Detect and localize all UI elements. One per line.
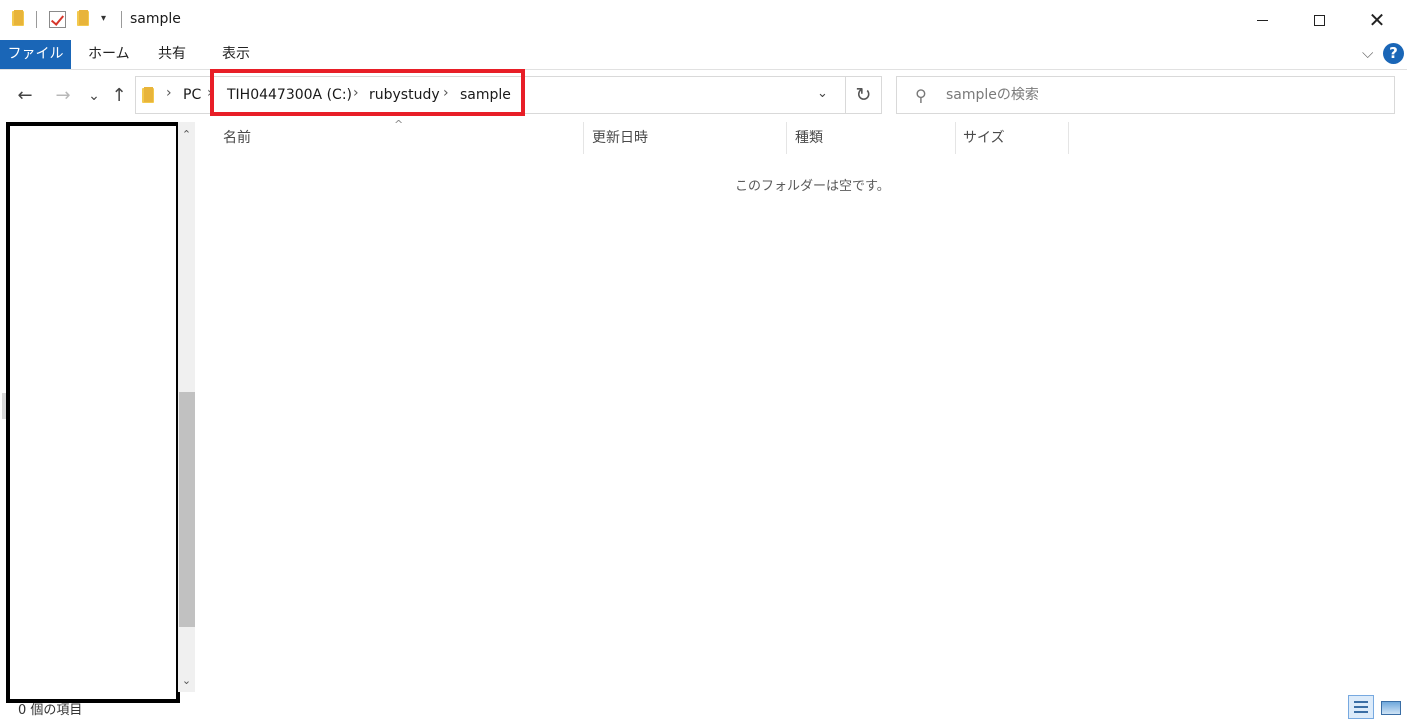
scroll-up-icon[interactable]: ⌃ [178,126,195,143]
maximize-button[interactable] [1290,0,1348,40]
divider [36,11,37,28]
column-header-type[interactable]: 種類 [795,122,823,154]
expand-ribbon-icon[interactable]: ⌵ [1362,44,1373,62]
tab-share[interactable]: 共有 [158,40,186,69]
column-divider[interactable] [955,122,956,154]
properties-icon[interactable] [49,11,66,28]
divider [121,11,122,28]
chevron-down-icon[interactable]: ⌄ [817,86,828,101]
close-icon: ✕ [1368,8,1386,32]
status-item-count: 0 個の項目 [18,703,83,718]
column-header-modified[interactable]: 更新日時 [592,122,648,154]
breadcrumb-pc[interactable]: PC [183,87,201,103]
search-box[interactable]: ⚲ [896,76,1395,114]
resize-grip[interactable] [2,393,6,419]
close-button[interactable]: ✕ [1348,0,1406,40]
customize-quick-access-icon[interactable]: ▾ [101,13,106,24]
search-input[interactable] [946,85,1376,105]
folder-icon [12,10,25,26]
search-icon: ⚲ [915,86,927,105]
tab-file[interactable]: ファイル [0,40,71,69]
tab-home[interactable]: ホーム [88,40,130,69]
forward-button[interactable]: → [52,84,74,108]
scroll-down-icon[interactable]: ⌄ [178,672,195,689]
nav-pane-scrollbar[interactable]: ⌃ ⌄ [178,122,195,692]
details-view-button[interactable] [1348,695,1374,719]
tab-view[interactable]: 表示 [222,40,250,69]
up-button[interactable]: ↑ [108,84,130,108]
column-divider[interactable] [583,122,584,154]
sort-ascending-icon: ^ [394,118,404,131]
new-folder-icon[interactable] [77,10,90,26]
help-icon[interactable]: ? [1383,43,1404,64]
folder-icon [142,87,155,107]
column-divider[interactable] [1068,122,1069,154]
refresh-button[interactable]: ↻ [846,76,882,114]
minimize-icon [1256,19,1268,21]
navigation-pane[interactable] [6,122,180,703]
empty-folder-message: このフォルダーは空です。 [735,179,890,194]
recent-locations-button[interactable]: ⌄ [83,84,105,108]
back-button[interactable]: ← [14,84,36,108]
large-icons-view-button[interactable] [1378,695,1404,719]
maximize-icon [1313,14,1325,26]
window-title: sample [130,11,181,27]
column-divider[interactable] [786,122,787,154]
minimize-button[interactable] [1233,0,1291,40]
scrollbar-thumb[interactable] [179,392,195,627]
chevron-right-icon[interactable]: › [166,85,172,101]
highlight-box [210,69,525,116]
column-header-name[interactable]: 名前 [223,122,251,154]
column-header-size[interactable]: サイズ [963,122,1005,154]
title-bar: ▾ sample ✕ [0,0,1407,40]
ribbon-tabs: ファイル ホーム 共有 表示 ⌵ ? [0,40,1407,70]
